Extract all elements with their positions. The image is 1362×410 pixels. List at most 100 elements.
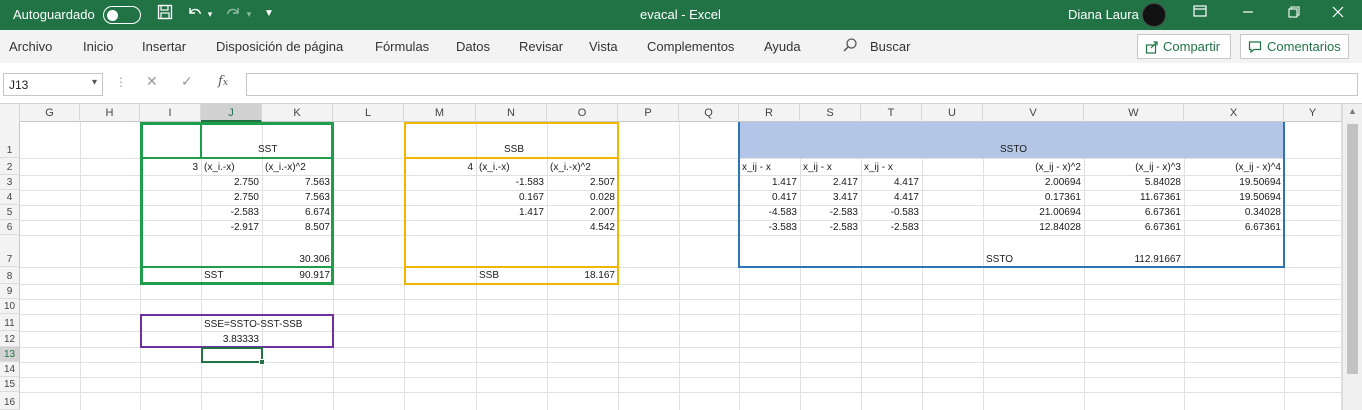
ssto-v4: 0.17361	[1044, 192, 1081, 203]
col-header-r[interactable]: R	[739, 104, 800, 122]
col-header-s[interactable]: S	[800, 104, 861, 122]
col-header-g[interactable]: G	[20, 104, 80, 122]
row-header-10[interactable]: 10	[0, 299, 20, 314]
ssto-t5: -0.583	[890, 207, 919, 218]
name-box-dropdown-icon[interactable]: ▾	[92, 77, 97, 88]
col-header-i[interactable]: I	[140, 104, 201, 122]
col-header-o[interactable]: O	[547, 104, 618, 122]
comment-icon	[1248, 40, 1262, 54]
tab-formulas[interactable]: Fórmulas	[375, 39, 429, 54]
autosave-label: Autoguardado	[13, 7, 95, 22]
ssto-v5: 21.00694	[1039, 207, 1081, 218]
col-header-w[interactable]: W	[1084, 104, 1184, 122]
tab-ayuda[interactable]: Ayuda	[764, 39, 801, 54]
ssto-t3: 4.417	[893, 177, 919, 188]
row-header-8[interactable]: 8	[0, 267, 20, 284]
col-header-l[interactable]: L	[333, 104, 404, 122]
ssb-o3: 2.507	[589, 177, 615, 188]
selected-cell-j13[interactable]	[201, 347, 265, 365]
formula-bar: J13 ▾ ⋮ ✕ ✓ fx	[0, 63, 1362, 104]
sst-header-1: (x_i.-x)	[204, 162, 235, 173]
ssto-x3: 19.50694	[1239, 177, 1281, 188]
comments-button[interactable]: Comentarios	[1240, 34, 1349, 59]
vertical-scrollbar[interactable]: ▲	[1342, 104, 1362, 410]
tab-disposicion[interactable]: Disposición de página	[216, 39, 343, 54]
row-header-5[interactable]: 5	[0, 205, 20, 220]
share-icon	[1145, 40, 1159, 54]
enter-icon[interactable]: ✓	[181, 73, 193, 96]
row-header-14[interactable]: 14	[0, 362, 20, 377]
row-header-16[interactable]: 16	[0, 392, 20, 410]
row-header-11[interactable]: 11	[0, 314, 20, 331]
col-header-x[interactable]: X	[1184, 104, 1284, 122]
formula-input[interactable]	[246, 73, 1358, 96]
avatar[interactable]	[1142, 3, 1166, 27]
tab-inicio[interactable]: Inicio	[83, 39, 113, 54]
col-header-q[interactable]: Q	[679, 104, 739, 122]
col-header-y[interactable]: Y	[1284, 104, 1342, 122]
row-header-1[interactable]: 1	[0, 122, 20, 158]
col-header-n[interactable]: N	[476, 104, 547, 122]
user-name: Diana Laura	[1068, 7, 1139, 22]
minimize-icon[interactable]	[1238, 4, 1258, 24]
ssto-r3: 1.417	[771, 177, 797, 188]
tab-archivo[interactable]: Archivo	[9, 39, 52, 54]
row-header-4[interactable]: 4	[0, 190, 20, 205]
save-icon[interactable]	[154, 4, 176, 26]
ssto-r5: -4.583	[768, 207, 797, 218]
undo-icon[interactable]	[184, 4, 206, 26]
ssb-title: SSB	[504, 144, 525, 155]
title-bar: Autoguardado ▾ ▾ ▼ evacal - Excel Diana …	[0, 0, 1362, 30]
row-header-13[interactable]: 13	[0, 347, 20, 362]
col-header-k[interactable]: K	[262, 104, 333, 122]
ssto-label: SSTO	[986, 254, 1014, 265]
ssto-s5: -2.583	[829, 207, 858, 218]
row-header-15[interactable]: 15	[0, 377, 20, 392]
share-button[interactable]: Compartir	[1137, 34, 1231, 59]
col-header-p[interactable]: P	[618, 104, 679, 122]
ssto-total: 112.91667	[1134, 254, 1181, 265]
customize-qat-icon[interactable]: ▼	[262, 4, 276, 24]
scroll-up-icon[interactable]: ▲	[1348, 106, 1357, 116]
share-label: Compartir	[1163, 39, 1221, 54]
row-header-3[interactable]: 3	[0, 175, 20, 190]
search-label[interactable]: Buscar	[870, 39, 910, 54]
ssto-w6: 6.67361	[1144, 222, 1181, 233]
row-header-2[interactable]: 2	[0, 158, 20, 175]
ssto-w4: 11.67361	[1140, 192, 1181, 203]
col-header-v[interactable]: V	[983, 104, 1084, 122]
tab-insertar[interactable]: Insertar	[142, 39, 186, 54]
ssb-header-2: (x_i.-x)^2	[550, 162, 591, 173]
col-header-j[interactable]: J	[201, 104, 262, 122]
ribbon-display-icon[interactable]	[1190, 4, 1210, 24]
sst-k5: 6.674	[304, 207, 330, 218]
name-box[interactable]: J13 ▾	[3, 73, 103, 96]
row-header-6[interactable]: 6	[0, 220, 20, 235]
undo-dropdown-icon[interactable]: ▾	[205, 4, 215, 24]
restore-icon[interactable]	[1284, 4, 1304, 24]
sst-header-2: (x_i.-x)^2	[265, 162, 306, 173]
row-header-12[interactable]: 12	[0, 331, 20, 347]
sst-k4: 7.563	[304, 192, 330, 203]
document-title: evacal - Excel	[640, 7, 721, 22]
row-header-7[interactable]: 7	[0, 235, 20, 267]
cancel-icon[interactable]: ✕	[146, 73, 158, 96]
row-header-9[interactable]: 9	[0, 284, 20, 299]
col-header-h[interactable]: H	[80, 104, 140, 122]
ssto-header-w: (x_ij - x)^3	[1135, 162, 1181, 173]
ssb-o5: 2.007	[589, 207, 615, 218]
fx-icon[interactable]: fx	[218, 74, 228, 97]
scrollbar-thumb[interactable]	[1347, 124, 1358, 374]
tab-complementos[interactable]: Complementos	[647, 39, 734, 54]
col-header-u[interactable]: U	[922, 104, 983, 122]
fill-handle[interactable]	[259, 359, 265, 365]
close-icon[interactable]	[1328, 4, 1348, 24]
col-header-t[interactable]: T	[861, 104, 922, 122]
col-header-m[interactable]: M	[404, 104, 476, 122]
search-icon[interactable]	[842, 37, 858, 56]
tab-datos[interactable]: Datos	[456, 39, 490, 54]
tab-revisar[interactable]: Revisar	[519, 39, 563, 54]
autosave-toggle[interactable]	[103, 6, 141, 24]
tab-vista[interactable]: Vista	[589, 39, 618, 54]
select-all-corner[interactable]	[0, 104, 20, 122]
